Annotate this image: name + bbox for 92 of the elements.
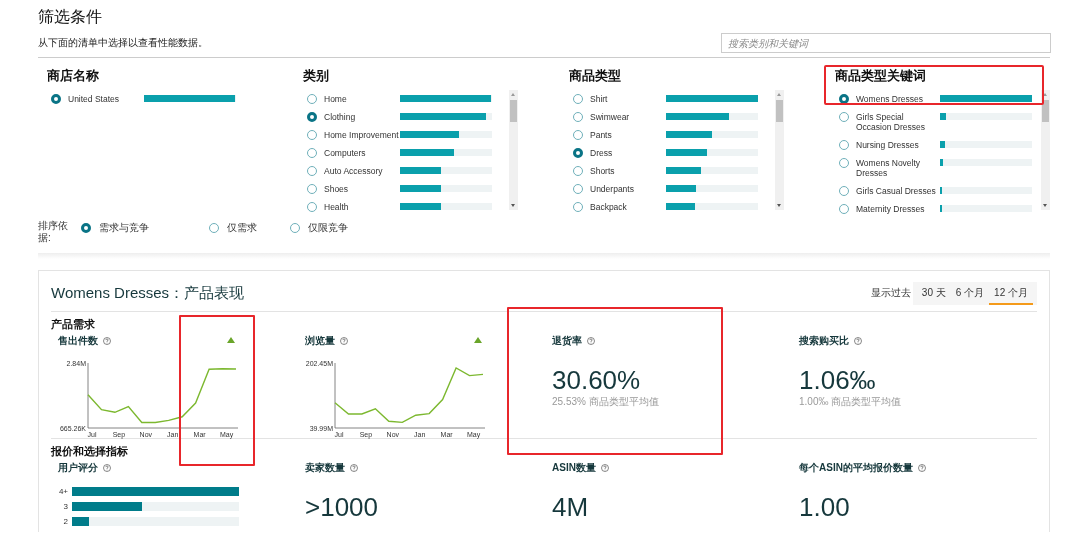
radio-button[interactable] xyxy=(573,166,583,176)
metric-value: 1.06‰ xyxy=(799,365,877,395)
radio-button[interactable] xyxy=(839,140,849,150)
option-label[interactable]: Girls Special Occasion Dresses xyxy=(856,112,940,132)
option-label[interactable]: Home Improvement xyxy=(324,130,400,140)
option-label[interactable]: Backpack xyxy=(590,202,666,212)
option-label[interactable]: Health xyxy=(324,202,400,212)
option-label[interactable]: Auto Accessory xyxy=(324,166,400,176)
metric-label: 退货率 xyxy=(552,334,582,348)
column-title: 商品类型关键词 xyxy=(835,67,927,85)
sort-label: 排序依据: xyxy=(38,220,69,244)
column-title: 商品类型 xyxy=(569,67,622,85)
help-icon[interactable] xyxy=(103,337,111,345)
average-note: 1.00‰ 商品类型平均值 xyxy=(799,395,903,409)
help-icon[interactable] xyxy=(854,337,862,345)
range-label: 显示过去 xyxy=(870,286,911,300)
scrollbar[interactable] xyxy=(1041,90,1050,210)
option-label[interactable]: 需求与竞争 xyxy=(99,221,149,235)
option-label[interactable]: United States xyxy=(68,94,144,104)
option-label[interactable]: Maternity Dresses xyxy=(856,204,940,214)
option-label[interactable]: Shoes xyxy=(324,184,400,194)
radio-button[interactable] xyxy=(307,112,317,122)
radio-button[interactable] xyxy=(307,202,317,212)
option-label[interactable]: Pants xyxy=(590,130,666,140)
option-label[interactable]: Clothing xyxy=(324,112,400,122)
radio-button[interactable] xyxy=(307,184,317,194)
section-heading: 产品需求 xyxy=(51,318,96,331)
option-label[interactable]: Girls Casual Dresses xyxy=(856,186,940,196)
radio-button[interactable] xyxy=(573,148,583,158)
metric-value: 1.00 xyxy=(799,492,851,522)
metric-label: 卖家数量 xyxy=(305,461,345,475)
option-label[interactable]: Dress xyxy=(590,148,666,158)
column-title: 类别 xyxy=(303,67,330,85)
metric-value: 4M xyxy=(552,492,590,522)
column-title: 商店名称 xyxy=(47,67,100,85)
option-label[interactable]: Womens Novelty Dresses xyxy=(856,158,940,178)
option-label[interactable]: 仅限竞争 xyxy=(308,221,348,235)
radio-button[interactable] xyxy=(307,130,317,140)
radio-button[interactable] xyxy=(573,112,583,122)
radio-button[interactable] xyxy=(839,94,849,104)
radio-button[interactable] xyxy=(839,158,849,168)
section-heading: 报价和选择指标 xyxy=(51,445,129,458)
radio-button[interactable] xyxy=(839,186,849,196)
radio-button[interactable] xyxy=(81,223,91,233)
radio-button[interactable] xyxy=(51,94,61,104)
section-title: 筛选条件 xyxy=(38,7,103,26)
radio-button[interactable] xyxy=(290,223,300,233)
help-icon[interactable] xyxy=(103,464,111,472)
help-icon[interactable] xyxy=(350,464,358,472)
help-icon[interactable] xyxy=(340,337,348,345)
option-label[interactable]: Nursing Dresses xyxy=(856,140,940,150)
metric-value: >1000 xyxy=(305,492,380,522)
radio-button[interactable] xyxy=(573,184,583,194)
option-label[interactable]: Shirt xyxy=(590,94,666,104)
radio-button[interactable] xyxy=(573,202,583,212)
metric-label: ASIN数量 xyxy=(552,461,596,475)
radio-button[interactable] xyxy=(209,223,219,233)
instruction-text: 从下面的清单中选择以查看性能数据。 xyxy=(38,36,208,50)
option-label[interactable]: Home xyxy=(324,94,400,104)
metric-label: 每个ASIN的平均报价数量 xyxy=(799,461,913,475)
metric-label: 浏览量 xyxy=(305,334,335,348)
radio-button[interactable] xyxy=(839,112,849,122)
help-icon[interactable] xyxy=(600,464,609,472)
scrollbar[interactable] xyxy=(775,90,784,210)
help-icon[interactable] xyxy=(587,337,595,345)
rating-label: 3 xyxy=(62,501,68,511)
search-field[interactable]: 搜索类别和关键词 xyxy=(721,33,1051,53)
radio-button[interactable] xyxy=(307,166,317,176)
option-label[interactable]: Shorts xyxy=(590,166,666,176)
radio-button[interactable] xyxy=(573,130,583,140)
range-tab[interactable]: 30 天 xyxy=(916,281,951,305)
scrollbar[interactable] xyxy=(509,90,518,210)
rating-label: 2 xyxy=(62,516,68,526)
help-icon[interactable] xyxy=(917,464,926,472)
option-label[interactable]: Computers xyxy=(324,148,400,158)
metric-label: 用户评分 xyxy=(58,461,98,475)
option-label[interactable]: Underpants xyxy=(590,184,666,194)
radio-button[interactable] xyxy=(839,204,849,214)
metric-value: 30.60% xyxy=(552,365,642,395)
range-tab[interactable]: 6 个月 xyxy=(950,281,990,305)
rating-label: 4+ xyxy=(58,486,68,496)
metric-label: 搜索购买比 xyxy=(799,334,849,348)
panel-title: Womens Dresses：产品表现 xyxy=(51,283,245,303)
option-label[interactable]: Womens Dresses xyxy=(856,94,940,104)
range-tab[interactable]: 12 个月 xyxy=(989,281,1033,305)
radio-button[interactable] xyxy=(573,94,583,104)
radio-button[interactable] xyxy=(307,94,317,104)
average-note: 25.53% 商品类型平均值 xyxy=(552,395,660,409)
radio-button[interactable] xyxy=(307,148,317,158)
option-label[interactable]: Swimwear xyxy=(590,112,666,122)
metric-label: 售出件数 xyxy=(58,334,98,348)
option-label[interactable]: 仅需求 xyxy=(227,221,257,235)
